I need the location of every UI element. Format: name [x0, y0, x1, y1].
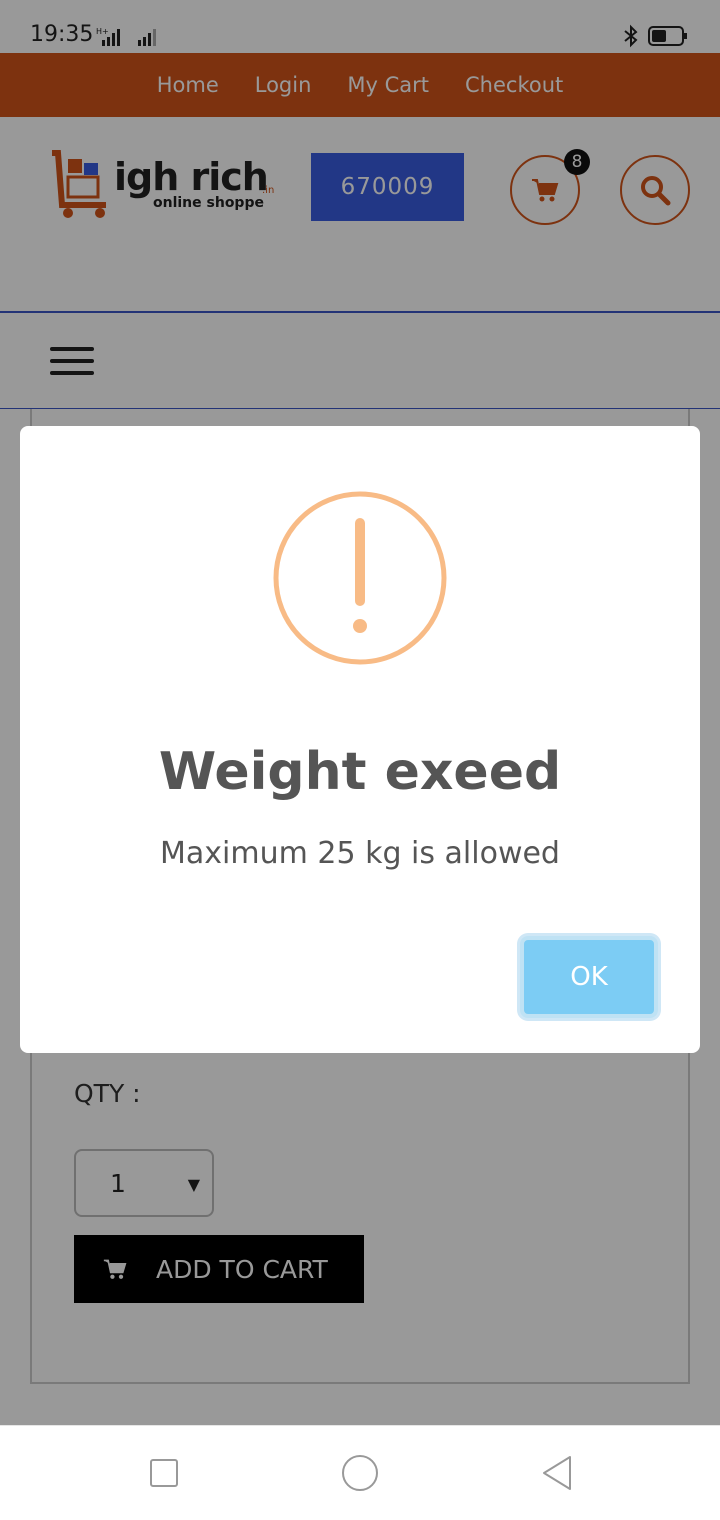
warning-icon: [272, 490, 448, 666]
modal-title: Weight exeed: [158, 742, 562, 802]
alert-modal: Weight exeed Maximum 25 kg is allowed OK: [20, 426, 700, 1053]
modal-message: Maximum 25 kg is allowed: [160, 836, 560, 871]
ok-button[interactable]: OK: [520, 936, 658, 1018]
back-icon[interactable]: [540, 1454, 574, 1496]
recent-apps-icon[interactable]: [150, 1459, 178, 1487]
system-navigation-bar: [0, 1425, 720, 1520]
home-icon[interactable]: [342, 1455, 378, 1491]
